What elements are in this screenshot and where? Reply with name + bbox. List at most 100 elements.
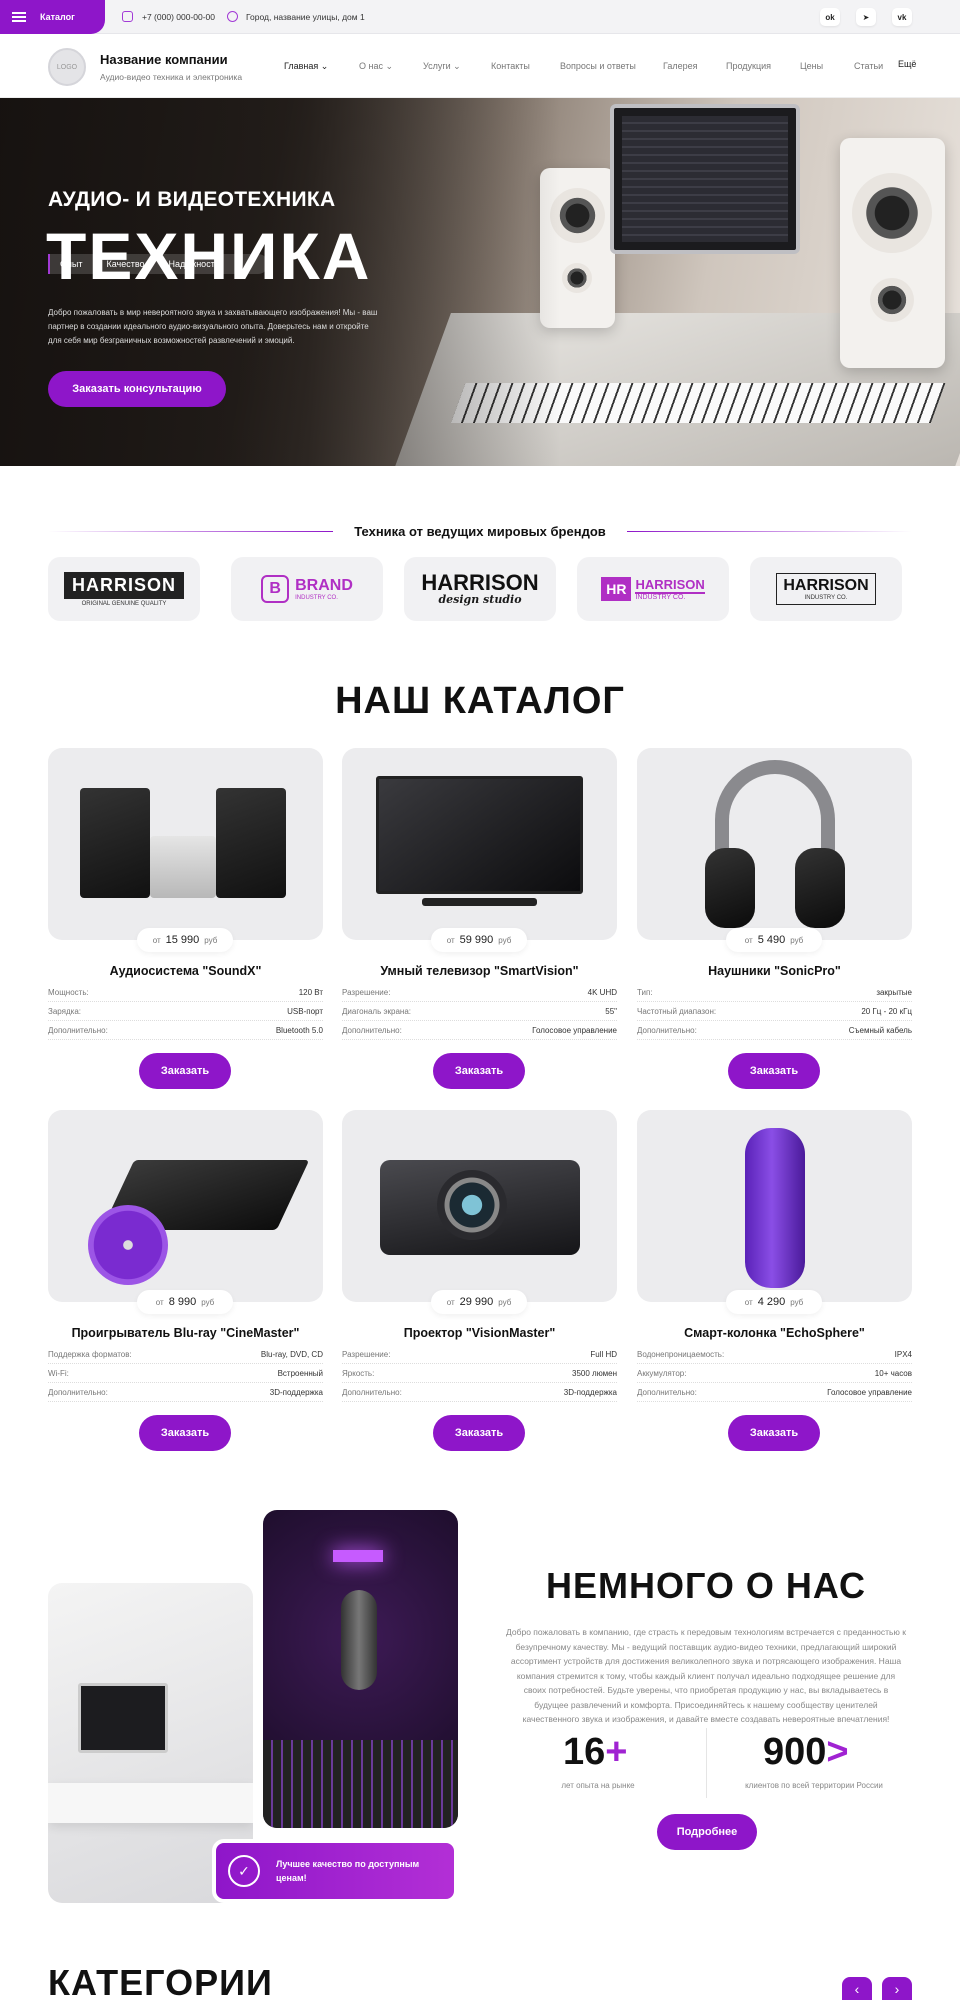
address-text: Город, название улицы, дом 1 (246, 12, 365, 22)
price-badge: от 15 990 руб (137, 928, 233, 952)
top-bar: Каталог +7 (000) 000-00-00 Город, назван… (0, 0, 960, 34)
spec-row: Зарядка: USB-порт (48, 1007, 323, 1021)
quality-text: Лучшее качество по доступным ценам! (276, 1859, 420, 1883)
logo[interactable]: LOGO (48, 48, 86, 86)
price-badge: от 29 990 руб (431, 1290, 527, 1314)
next-arrow-icon[interactable]: › (882, 1977, 912, 2000)
divider (627, 531, 912, 532)
price-badge: от 59 990 руб (431, 928, 527, 952)
menu-icon (12, 12, 26, 22)
telegram-icon[interactable]: ➤ (856, 8, 876, 26)
spec-row: Мощность: 120 Вт (48, 988, 323, 1002)
spec-row: Дополнительно: Съемный кабель (637, 1026, 912, 1040)
studio-speaker-image (840, 138, 945, 368)
order-button[interactable]: Заказать (728, 1415, 820, 1451)
spec-row: Разрешение: 4K UHD (342, 988, 617, 1002)
divider (706, 1728, 707, 1798)
price-badge: от 5 490 руб (726, 928, 822, 952)
hero-title: ТЕХНИКА (46, 219, 372, 293)
stat-years: 16+ (563, 1731, 628, 1773)
spec-row: Частотный диапазон: 20 Гц - 20 кГц (637, 1007, 912, 1021)
tv-image (376, 776, 583, 894)
nav-item-more[interactable]: Ещё (898, 59, 916, 69)
phone-icon (122, 11, 133, 22)
receiver-image (150, 836, 216, 898)
vk-icon[interactable]: vk (892, 8, 912, 26)
product-image[interactable] (342, 1110, 617, 1302)
lens-image (437, 1170, 507, 1240)
about-description: Добро пожаловать в компанию, где страсть… (506, 1627, 906, 1724)
price-badge: от 4 290 руб (726, 1290, 822, 1314)
categories-title: КАТЕГОРИИ (48, 1962, 273, 2000)
speaker-right-image (216, 788, 286, 898)
product-image[interactable] (342, 748, 617, 940)
phone-link[interactable]: +7 (000) 000-00-00 (142, 12, 215, 22)
product-name[interactable]: Наушники "SonicPro" (637, 964, 912, 978)
quality-badge: ✓ Лучшее качество по доступным ценам! (212, 1839, 458, 1903)
hero-subtitle: АУДИО- И ВИДЕОТЕХНИКА (48, 188, 336, 211)
spec-row: Поддержка форматов: Blu-ray, DVD, CD (48, 1350, 323, 1364)
consultation-button[interactable]: Заказать консультацию (48, 371, 226, 407)
about-title: НЕМНОГО О НАС (545, 1565, 867, 1606)
brand-logo[interactable]: HARRISON ORIGINAL GENUINE QUALITY (48, 557, 200, 621)
spec-row: Дополнительно: Голосовое управление (342, 1026, 617, 1040)
order-button[interactable]: Заказать (139, 1415, 231, 1451)
product-name[interactable]: Смарт-колонка "EchoSphere" (637, 1326, 912, 1340)
nav-item-articles[interactable]: Статьи (854, 61, 883, 71)
brand-logo[interactable]: HARRISON design studio (404, 557, 556, 621)
nav-item-contacts[interactable]: Контакты (491, 61, 530, 71)
spec-row: Диагональ экрана: 55" (342, 1007, 617, 1021)
nav-item-home[interactable]: Главная ⌄ (284, 61, 328, 72)
product-image[interactable] (637, 748, 912, 940)
catalog-button[interactable]: Каталог (0, 0, 105, 34)
catalog-label: Каталог (40, 12, 75, 22)
nav-item-gallery[interactable]: Галерея (663, 61, 698, 71)
microphone-image (341, 1590, 377, 1690)
nav-item-prices[interactable]: Цены (800, 61, 823, 71)
brand-logo[interactable]: HR HARRISON INDUSTRY CO. (577, 557, 729, 621)
order-button[interactable]: Заказать (433, 1415, 525, 1451)
hero-description: Добро пожаловать в мир невероятного звук… (48, 308, 378, 345)
spec-row: Яркость: 3500 люмен (342, 1369, 617, 1383)
spec-row: Водонепроницаемость: IPX4 (637, 1350, 912, 1364)
spec-row: Разрешение: Full HD (342, 1350, 617, 1364)
stat-clients-label: клиентов по всей территории России (745, 1781, 883, 1790)
product-name[interactable]: Проигрыватель Blu-ray "CineMaster" (48, 1326, 323, 1340)
brand-logo[interactable]: HARRISON INDUSTRY CO. (750, 557, 902, 621)
prev-arrow-icon[interactable]: ‹ (842, 1977, 872, 2000)
studio-monitor-image (610, 104, 800, 254)
brand-logo[interactable]: B BRAND INDUSTRY CO. (231, 557, 383, 621)
product-image[interactable] (48, 1110, 323, 1302)
location-icon (227, 11, 238, 22)
nav-item-faq[interactable]: Вопросы и ответы (560, 61, 636, 71)
spec-row: Тип: закрытые (637, 988, 912, 1002)
brand-icon: B (261, 575, 290, 603)
order-button[interactable]: Заказать (433, 1053, 525, 1089)
product-image[interactable] (48, 748, 323, 940)
spec-row: Дополнительно: Голосовое управление (637, 1388, 912, 1402)
product-name[interactable]: Проектор "VisionMaster" (342, 1326, 617, 1340)
order-button[interactable]: Заказать (728, 1053, 820, 1089)
nav-item-products[interactable]: Продукция (726, 61, 771, 71)
spec-row: Дополнительно: Bluetooth 5.0 (48, 1026, 323, 1040)
stat-clients: 900> (763, 1731, 849, 1773)
more-button[interactable]: Подробнее (657, 1814, 757, 1850)
nav-item-services[interactable]: Услуги ⌄ (423, 61, 461, 72)
catalog-title: НАШ КАТАЛОГ (335, 680, 625, 722)
ok-icon[interactable]: ok (820, 8, 840, 26)
product-name[interactable]: Аудиосистема "SoundX" (48, 964, 323, 978)
stat-years-label: лет опыта на рынке (561, 1781, 635, 1790)
price-badge: от 8 990 руб (137, 1290, 233, 1314)
order-button[interactable]: Заказать (139, 1053, 231, 1089)
header: LOGO Название компании Аудио-видео техни… (0, 34, 960, 98)
award-icon: ✓ (228, 1855, 260, 1887)
spec-row: Аккумулятор: 10+ часов (637, 1369, 912, 1383)
smart-speaker-image (745, 1128, 805, 1288)
speaker-left-image (80, 788, 150, 898)
nav-item-about[interactable]: О нас ⌄ (359, 61, 393, 72)
product-image[interactable] (637, 1110, 912, 1302)
spec-row: Дополнительно: 3D-поддержка (342, 1388, 617, 1402)
product-name[interactable]: Умный телевизор "SmartVision" (342, 964, 617, 978)
spec-row: Wi-Fi: Встроенный (48, 1369, 323, 1383)
company-name: Название компании (100, 52, 228, 67)
